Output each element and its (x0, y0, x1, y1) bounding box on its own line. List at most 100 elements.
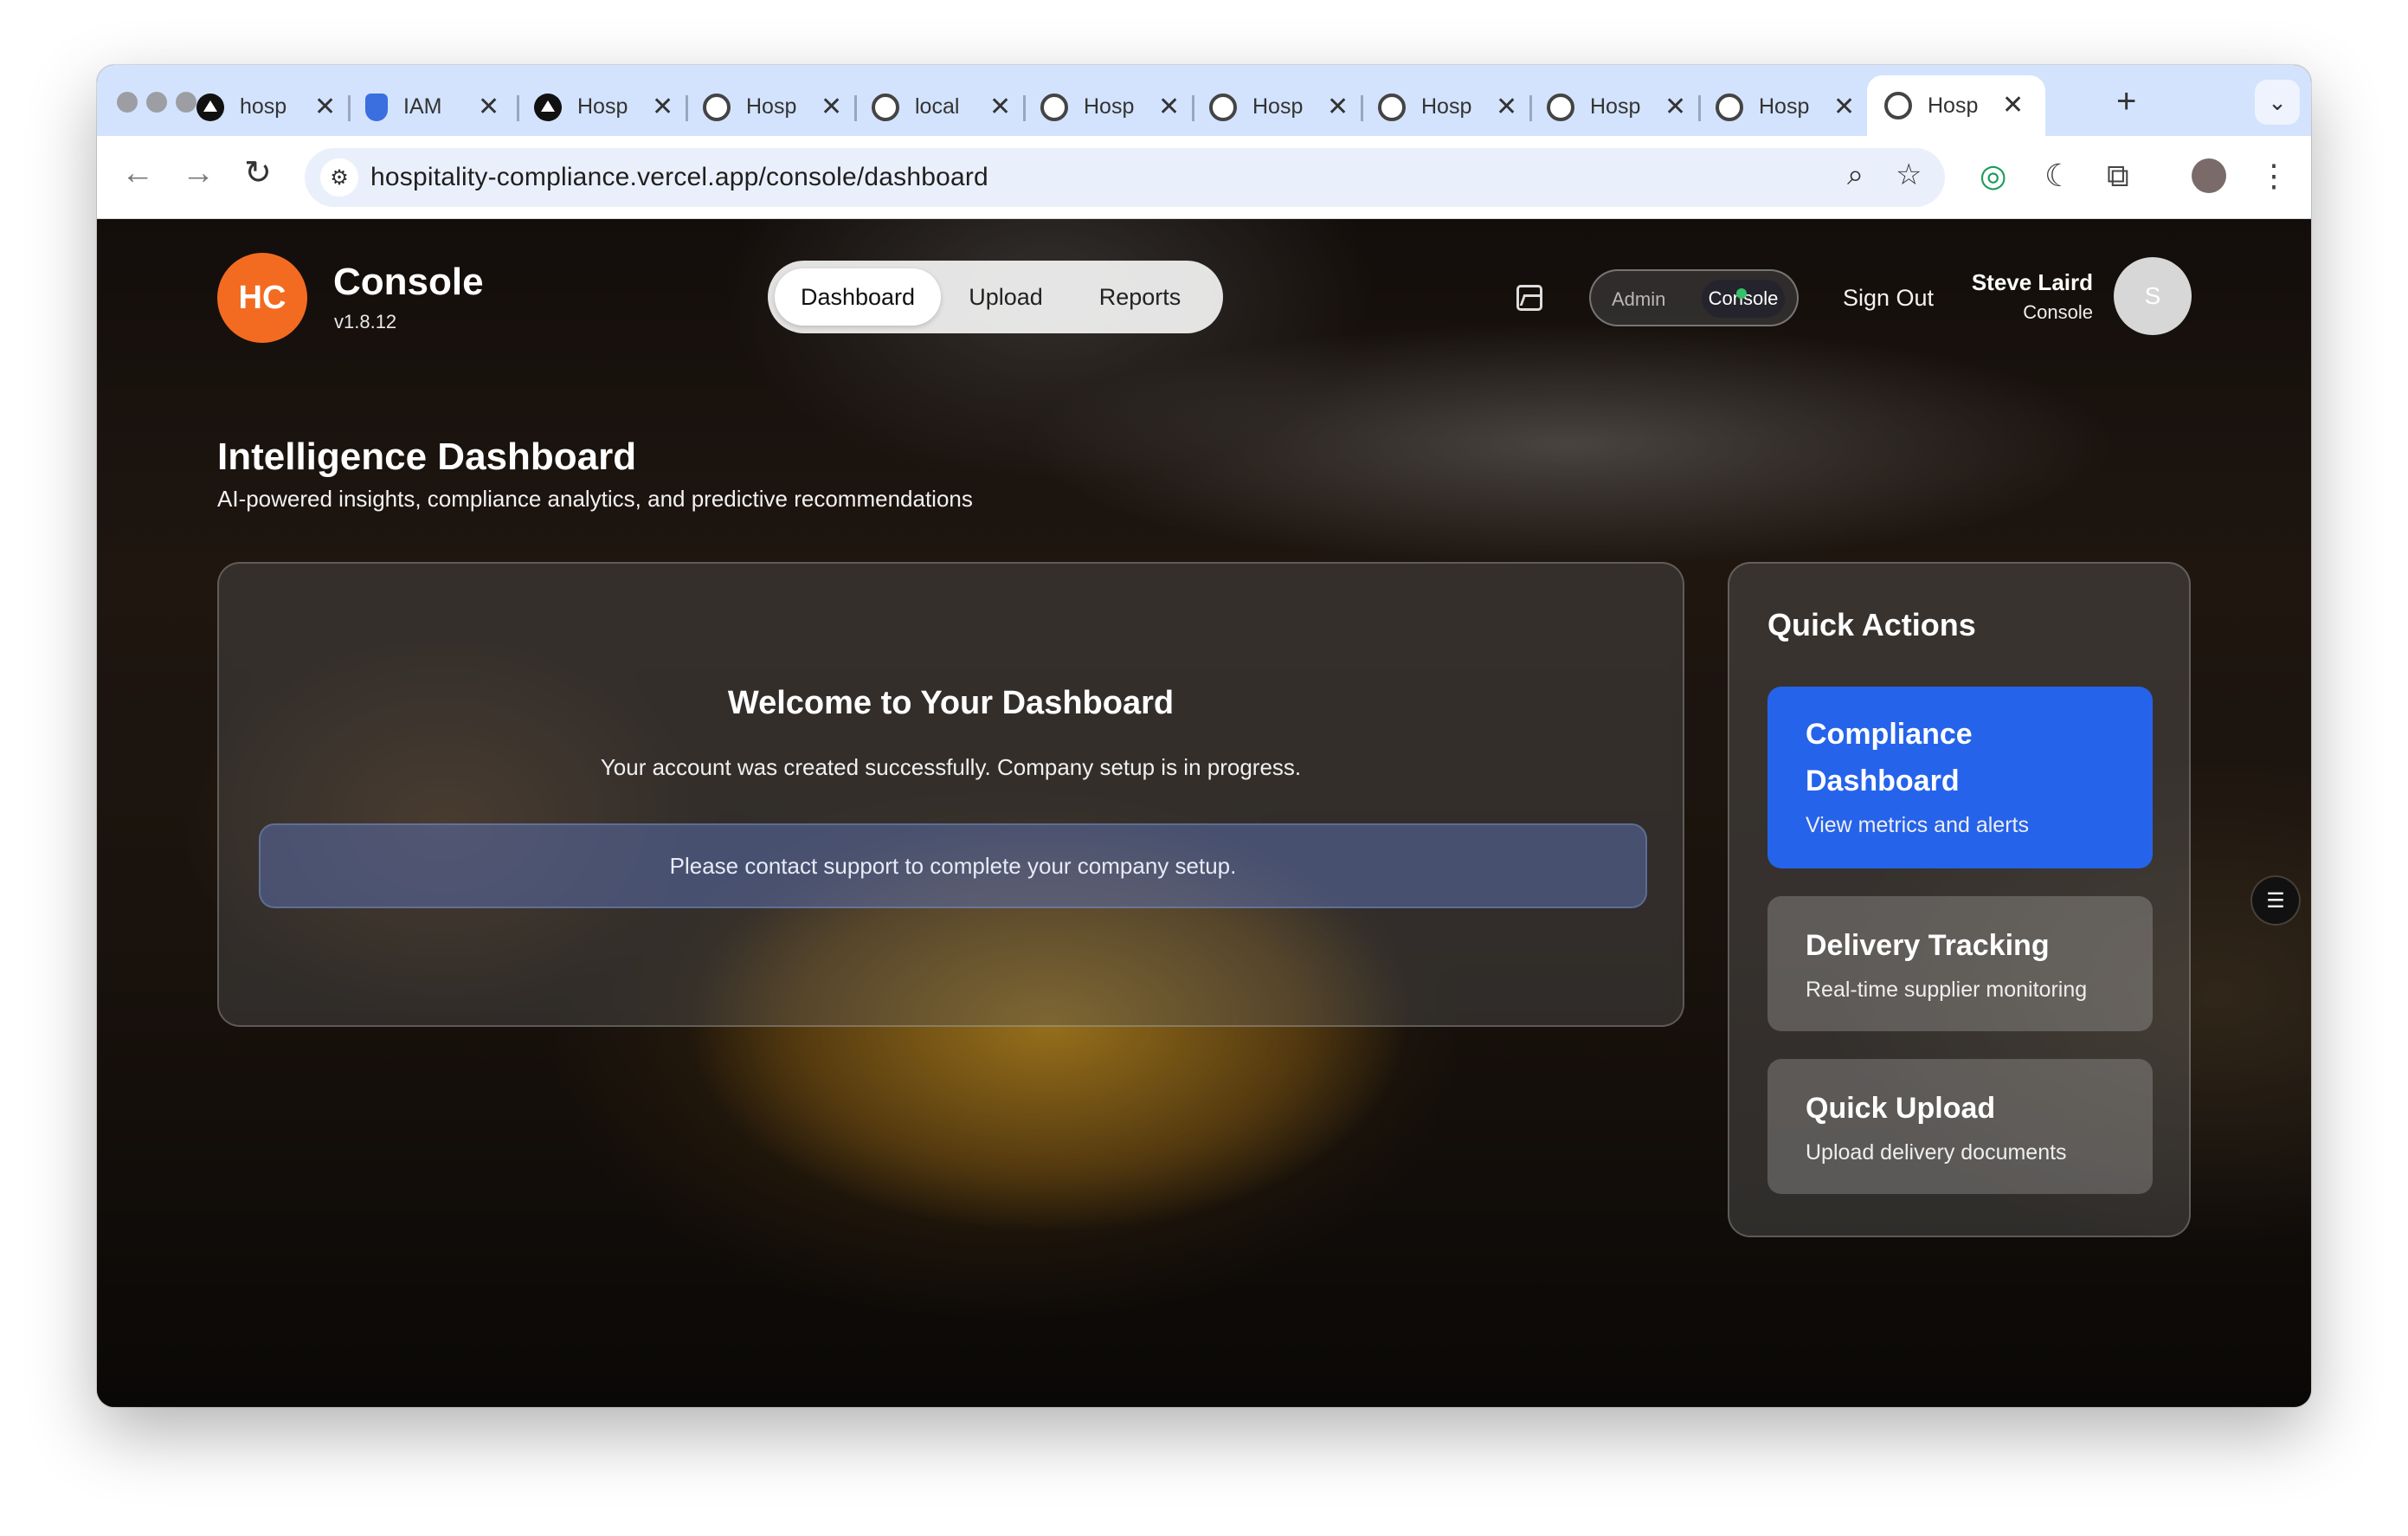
grammarly-extension-icon[interactable]: ◎ (1980, 160, 2006, 191)
vercel-icon (196, 93, 224, 121)
browser-tab[interactable]: IAM ✕ (348, 78, 499, 136)
app-logo[interactable]: HC (217, 253, 307, 343)
close-tab-icon[interactable]: ✕ (1327, 94, 1349, 120)
puzzle-extensions-icon[interactable]: ⧉ (2107, 160, 2129, 191)
tab-label: Hosp (577, 94, 628, 119)
bookmark-star-icon[interactable]: ☆ (1896, 160, 1922, 190)
tab-label: IAM (403, 94, 442, 119)
compliance-dashboard-button[interactable]: Compliance Dashboard View metrics and al… (1767, 687, 2153, 868)
tab-label: Hosp (1084, 94, 1135, 119)
globe-icon (1547, 93, 1574, 121)
browser-tab[interactable]: local ✕ (854, 78, 1011, 136)
active-dot (1736, 288, 1747, 299)
setup-notice: Please contact support to complete your … (259, 823, 1647, 908)
browser-tab[interactable]: Hosp ✕ (1529, 78, 1686, 136)
close-tab-icon[interactable]: ✕ (478, 94, 499, 120)
browser-tab[interactable]: Hosp ✕ (1023, 78, 1180, 136)
action-title: Quick Upload (1806, 1092, 1996, 1125)
action-title: Compliance Dashboard (1806, 718, 1973, 797)
background-image-icon[interactable] (1516, 285, 1542, 311)
zoom-icon[interactable]: ⌕ (1847, 160, 1864, 190)
vercel-icon (534, 93, 562, 121)
new-tab-button[interactable]: + (2116, 84, 2136, 119)
nav-upload[interactable]: Upload (941, 268, 1071, 326)
close-tab-icon[interactable]: ✕ (1496, 94, 1517, 120)
close-tab-icon[interactable]: ✕ (1158, 94, 1180, 120)
address-bar[interactable]: ⚙ hospitality-compliance.vercel.app/cons… (305, 148, 1945, 207)
avatar[interactable]: S (2114, 257, 2192, 335)
globe-icon (872, 93, 899, 121)
forward-arrow-icon[interactable]: → (182, 157, 215, 190)
tab-label: Hosp (1590, 94, 1641, 119)
globe-icon (703, 93, 731, 121)
close-tab-icon[interactable]: ✕ (1833, 94, 1855, 120)
close-tab-icon[interactable]: ✕ (652, 94, 673, 120)
globe-icon (1716, 93, 1743, 121)
action-description: View metrics and alerts (1806, 813, 2029, 837)
minimize-window-button[interactable] (146, 92, 167, 113)
profile-avatar-icon[interactable] (2192, 158, 2226, 193)
page-subtitle: AI-powered insights, compliance analytic… (217, 486, 973, 512)
main-nav: Dashboard Upload Reports (768, 261, 1223, 333)
browser-tab[interactable]: hosp ✕ (179, 78, 336, 136)
browser-tab-active[interactable]: Hosp ✕ (1867, 75, 2045, 136)
page-content: HC Console v1.8.12 Dashboard Upload Repo… (97, 219, 2311, 1407)
browser-window: hosp ✕ IAM ✕ Hosp ✕ Hosp ✕ local ✕ Hosp … (97, 65, 2311, 1407)
back-arrow-icon[interactable]: ← (121, 157, 154, 190)
close-tab-icon[interactable]: ✕ (1664, 94, 1686, 120)
close-tab-icon[interactable]: ✕ (2002, 93, 2024, 119)
sign-out-button[interactable]: Sign Out (1843, 285, 1934, 312)
browser-toolbar: ← → ↻ ⚙ hospitality-compliance.vercel.ap… (97, 136, 2311, 219)
globe-icon (1209, 93, 1237, 121)
quick-upload-button[interactable]: Quick Upload Upload delivery documents (1767, 1059, 2153, 1194)
action-description: Real-time supplier monitoring (1806, 978, 2088, 1002)
action-title: Delivery Tracking (1806, 929, 2050, 962)
floating-menu-icon[interactable]: ☰ (2252, 877, 2299, 924)
browser-tab[interactable]: Hosp ✕ (686, 78, 842, 136)
browser-tab[interactable]: Hosp ✕ (517, 78, 673, 136)
nav-dashboard[interactable]: Dashboard (775, 268, 941, 326)
tab-label: Hosp (746, 94, 797, 119)
welcome-card: Welcome to Your Dashboard Your account w… (217, 562, 1684, 1027)
tab-label: Hosp (1928, 93, 1979, 118)
mode-toggle[interactable]: Admin Console (1589, 269, 1799, 326)
browser-tab[interactable]: Hosp ✕ (1192, 78, 1349, 136)
tab-strip: hosp ✕ IAM ✕ Hosp ✕ Hosp ✕ local ✕ Hosp … (97, 65, 2311, 136)
page-title: Intelligence Dashboard (217, 436, 637, 478)
globe-icon (1378, 93, 1406, 121)
close-tab-icon[interactable]: ✕ (821, 94, 842, 120)
user-role: Console (2023, 301, 2093, 323)
version-label: v1.8.12 (334, 311, 397, 332)
welcome-message: Your account was created successfully. C… (600, 754, 1302, 780)
brand-title: Console (333, 261, 484, 303)
globe-icon (1040, 93, 1068, 121)
close-tab-icon[interactable]: ✕ (314, 94, 336, 120)
shield-icon (365, 93, 388, 121)
extension-icon[interactable]: ☾ (2044, 160, 2072, 191)
tab-search-button[interactable]: ⌄ (2255, 80, 2300, 125)
tab-label: Hosp (1421, 94, 1472, 119)
reload-icon[interactable]: ↻ (244, 157, 272, 190)
close-tab-icon[interactable]: ✕ (989, 94, 1011, 120)
browser-tab[interactable]: Hosp ✕ (1361, 78, 1517, 136)
welcome-title: Welcome to Your Dashboard (727, 685, 1175, 721)
globe-icon (1884, 92, 1912, 119)
tab-label: Hosp (1252, 94, 1304, 119)
action-description: Upload delivery documents (1806, 1140, 2067, 1165)
quick-actions-panel: Quick Actions Compliance Dashboard View … (1728, 562, 2191, 1237)
tab-label: Hosp (1759, 94, 1810, 119)
nav-reports[interactable]: Reports (1071, 268, 1209, 326)
tab-label: hosp (240, 94, 287, 119)
site-info-icon[interactable]: ⚙ (320, 158, 358, 197)
more-menu-icon[interactable]: ⋮ (2258, 160, 2289, 191)
delivery-tracking-button[interactable]: Delivery Tracking Real-time supplier mon… (1767, 896, 2153, 1031)
mode-console[interactable]: Console (1702, 280, 1785, 318)
url-text[interactable]: hospitality-compliance.vercel.app/consol… (370, 163, 988, 192)
tab-label: local (915, 94, 960, 119)
mode-admin[interactable]: Admin (1612, 288, 1665, 311)
quick-actions-title: Quick Actions (1767, 607, 1976, 642)
browser-tab[interactable]: Hosp ✕ (1698, 78, 1855, 136)
chevron-down-icon: ⌄ (2268, 88, 2287, 115)
close-window-button[interactable] (117, 92, 138, 113)
user-name: Steve Laird (1971, 269, 2093, 295)
